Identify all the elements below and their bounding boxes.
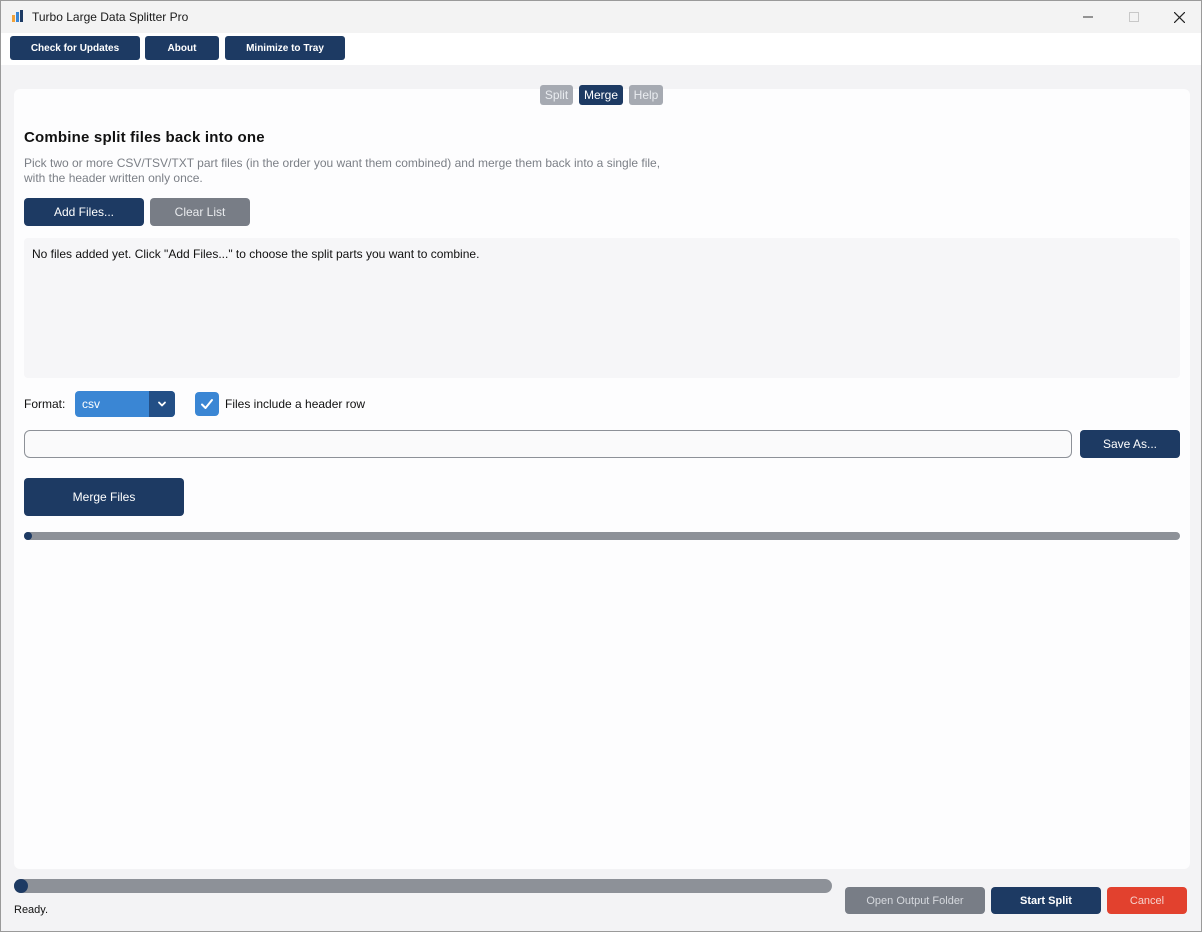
- clear-list-button[interactable]: Clear List: [150, 198, 250, 226]
- chevron-down-icon[interactable]: [149, 391, 175, 417]
- empty-list-message: No files added yet. Click "Add Files..."…: [32, 247, 480, 261]
- split-progress-fill: [14, 879, 28, 893]
- format-select-value: csv: [82, 397, 100, 411]
- about-button[interactable]: About: [145, 36, 219, 60]
- merge-files-button[interactable]: Merge Files: [24, 478, 184, 516]
- format-select[interactable]: csv: [75, 391, 175, 417]
- page-description: Pick two or more CSV/TSV/TXT part files …: [24, 156, 661, 185]
- header-row-label: Files include a header row: [225, 397, 366, 411]
- status-text: Ready.: [14, 904, 49, 916]
- tab-help[interactable]: Help: [629, 85, 663, 105]
- window-title: Turbo Large Data Splitter Pro: [32, 10, 189, 24]
- save-as-button[interactable]: Save As...: [1080, 430, 1180, 458]
- tab-merge[interactable]: Merge: [579, 85, 623, 105]
- minimize-icon: [1083, 16, 1093, 18]
- close-window-button[interactable]: [1156, 1, 1202, 33]
- add-files-button[interactable]: Add Files...: [24, 198, 144, 226]
- maximize-window-button[interactable]: [1111, 1, 1157, 33]
- minimize-to-tray-button[interactable]: Minimize to Tray: [225, 36, 345, 60]
- check-for-updates-button[interactable]: Check for Updates: [10, 36, 140, 60]
- cancel-button[interactable]: Cancel: [1107, 887, 1187, 914]
- split-progress-bar: [14, 879, 832, 893]
- merge-progress-fill: [24, 532, 32, 540]
- header-row-checkbox[interactable]: [195, 392, 219, 416]
- top-toolbar: Check for Updates About Minimize to Tray: [1, 33, 1201, 65]
- minimize-window-button[interactable]: [1065, 1, 1111, 33]
- close-icon: [1173, 11, 1185, 23]
- app-logo-icon: [12, 10, 23, 22]
- output-path-input[interactable]: [24, 430, 1072, 458]
- file-list[interactable]: No files added yet. Click "Add Files..."…: [24, 238, 1180, 378]
- title-bar: Turbo Large Data Splitter Pro: [1, 1, 1201, 33]
- merge-progress-bar: [24, 532, 1180, 540]
- maximize-icon: [1129, 12, 1139, 22]
- tab-split[interactable]: Split: [540, 85, 573, 105]
- format-label: Format:: [24, 397, 66, 411]
- start-split-button[interactable]: Start Split: [991, 887, 1101, 914]
- app-window: Turbo Large Data Splitter Pro Check for …: [0, 0, 1202, 932]
- page-title: Combine split files back into one: [24, 129, 265, 146]
- open-output-folder-button[interactable]: Open Output Folder: [845, 887, 985, 914]
- checkmark-icon: [201, 399, 213, 409]
